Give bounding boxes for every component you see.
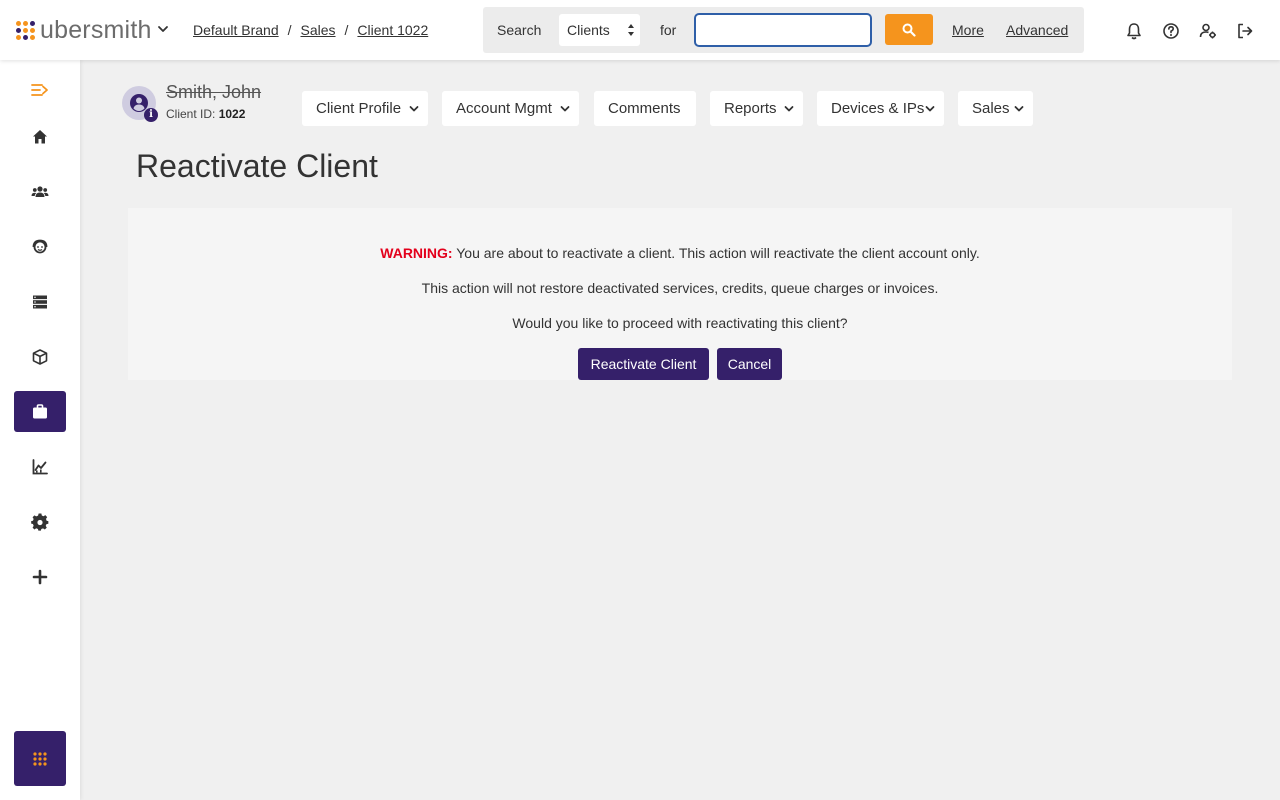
sales-icon xyxy=(33,403,47,418)
reactivate-warning-panel: WARNING: You are about to reactivate a c… xyxy=(128,208,1232,380)
tab-label: Account Mgmt xyxy=(456,100,552,117)
search-scope-value: Clients xyxy=(567,22,610,38)
more-search-link[interactable]: More xyxy=(952,22,984,38)
warning-line-2: This action will not restore deactivated… xyxy=(421,280,939,296)
devices-icon xyxy=(33,295,47,308)
logout-icon[interactable] xyxy=(1236,22,1254,40)
support-icon xyxy=(32,239,48,253)
chevron-down-icon xyxy=(1014,106,1024,112)
reactivate-client-button[interactable]: Reactivate Client xyxy=(578,348,709,380)
page-title: Reactivate Client xyxy=(136,148,378,184)
search-scope-select[interactable]: Clients xyxy=(559,14,640,46)
tab-label: Comments xyxy=(608,100,681,117)
sidebar-item-reports[interactable] xyxy=(14,446,66,487)
sidebar-item-devices[interactable] xyxy=(14,281,66,322)
client-id: Client ID: 1022 xyxy=(166,107,245,121)
sidebar-item-menu-toggle[interactable] xyxy=(14,69,66,110)
bell-icon[interactable] xyxy=(1125,22,1143,40)
sidebar-item-settings[interactable] xyxy=(14,501,66,542)
warning-line-1: WARNING: You are about to reactivate a c… xyxy=(128,245,1232,261)
chevron-down-icon xyxy=(409,106,419,112)
tab-client-profile[interactable]: Client Profile xyxy=(302,91,428,126)
tab-devices-ips[interactable]: Devices & IPs xyxy=(817,91,944,126)
tab-label: Sales xyxy=(972,100,1010,117)
advanced-search-link[interactable]: Advanced xyxy=(1006,22,1068,38)
breadcrumb-separator: / xyxy=(287,22,292,38)
search-for-label: for xyxy=(660,22,677,38)
clients-icon xyxy=(31,185,49,197)
tab-comments[interactable]: Comments xyxy=(594,91,696,126)
sidebar-item-home[interactable] xyxy=(14,116,66,157)
chevron-down-icon xyxy=(560,106,570,112)
sidebar-item-packages[interactable] xyxy=(14,336,66,377)
chevron-down-icon xyxy=(784,106,794,112)
apps-grid-icon xyxy=(33,751,47,766)
sidebar-item-clients[interactable] xyxy=(14,171,66,212)
client-id-label: Client ID: xyxy=(166,107,216,121)
search-button[interactable] xyxy=(885,14,933,45)
tab-account-mgmt[interactable]: Account Mgmt xyxy=(442,91,579,126)
add-icon xyxy=(32,569,48,584)
search-icon xyxy=(902,23,916,37)
packages-icon xyxy=(32,348,48,365)
chevron-down-icon[interactable] xyxy=(156,22,170,36)
cancel-button[interactable]: Cancel xyxy=(717,348,782,380)
breadcrumb-sales[interactable]: Sales xyxy=(301,22,336,38)
breadcrumb-separator: / xyxy=(344,22,349,38)
logo-dots-icon xyxy=(16,20,35,40)
sidebar-item-support[interactable] xyxy=(14,226,66,267)
menu-toggle-icon xyxy=(31,83,48,96)
warning-label: WARNING: xyxy=(380,245,453,261)
select-arrows-icon xyxy=(628,24,634,36)
top-bar: ubersmith Default Brand / Sales / Client… xyxy=(0,0,1280,60)
sidebar-item-add[interactable] xyxy=(14,556,66,597)
search-label: Search xyxy=(497,22,542,38)
search-input[interactable] xyxy=(694,13,872,47)
breadcrumb-client[interactable]: Client 1022 xyxy=(357,22,428,38)
gear-icon xyxy=(31,512,49,531)
tab-reports[interactable]: Reports xyxy=(710,91,803,126)
tab-label: Devices & IPs xyxy=(831,100,925,117)
sidebar-apps-button[interactable] xyxy=(14,731,66,786)
reports-icon xyxy=(32,458,48,474)
sidebar xyxy=(0,60,80,800)
breadcrumb-brand[interactable]: Default Brand xyxy=(193,22,279,38)
tab-label: Reports xyxy=(724,100,777,117)
client-name: Smith, John xyxy=(166,82,262,102)
info-icon[interactable]: i xyxy=(144,108,158,122)
tab-sales[interactable]: Sales xyxy=(958,91,1033,126)
app-logo[interactable]: ubersmith xyxy=(16,17,152,43)
logo-text: ubersmith xyxy=(40,16,152,44)
home-icon xyxy=(33,129,47,143)
search-bar: Search Clients for More Advanced xyxy=(483,7,1084,53)
user-settings-icon[interactable] xyxy=(1199,22,1217,40)
tab-label: Client Profile xyxy=(316,100,402,117)
warning-line-3: Would you like to proceed with reactivat… xyxy=(512,315,848,331)
chevron-down-icon xyxy=(925,106,935,112)
client-id-value: 1022 xyxy=(218,107,246,121)
sidebar-item-sales[interactable] xyxy=(14,391,66,432)
breadcrumb: Default Brand / Sales / Client 1022 xyxy=(193,22,428,38)
warning-text-1: You are about to reactivate a client. Th… xyxy=(456,245,980,261)
help-icon[interactable] xyxy=(1162,22,1180,40)
